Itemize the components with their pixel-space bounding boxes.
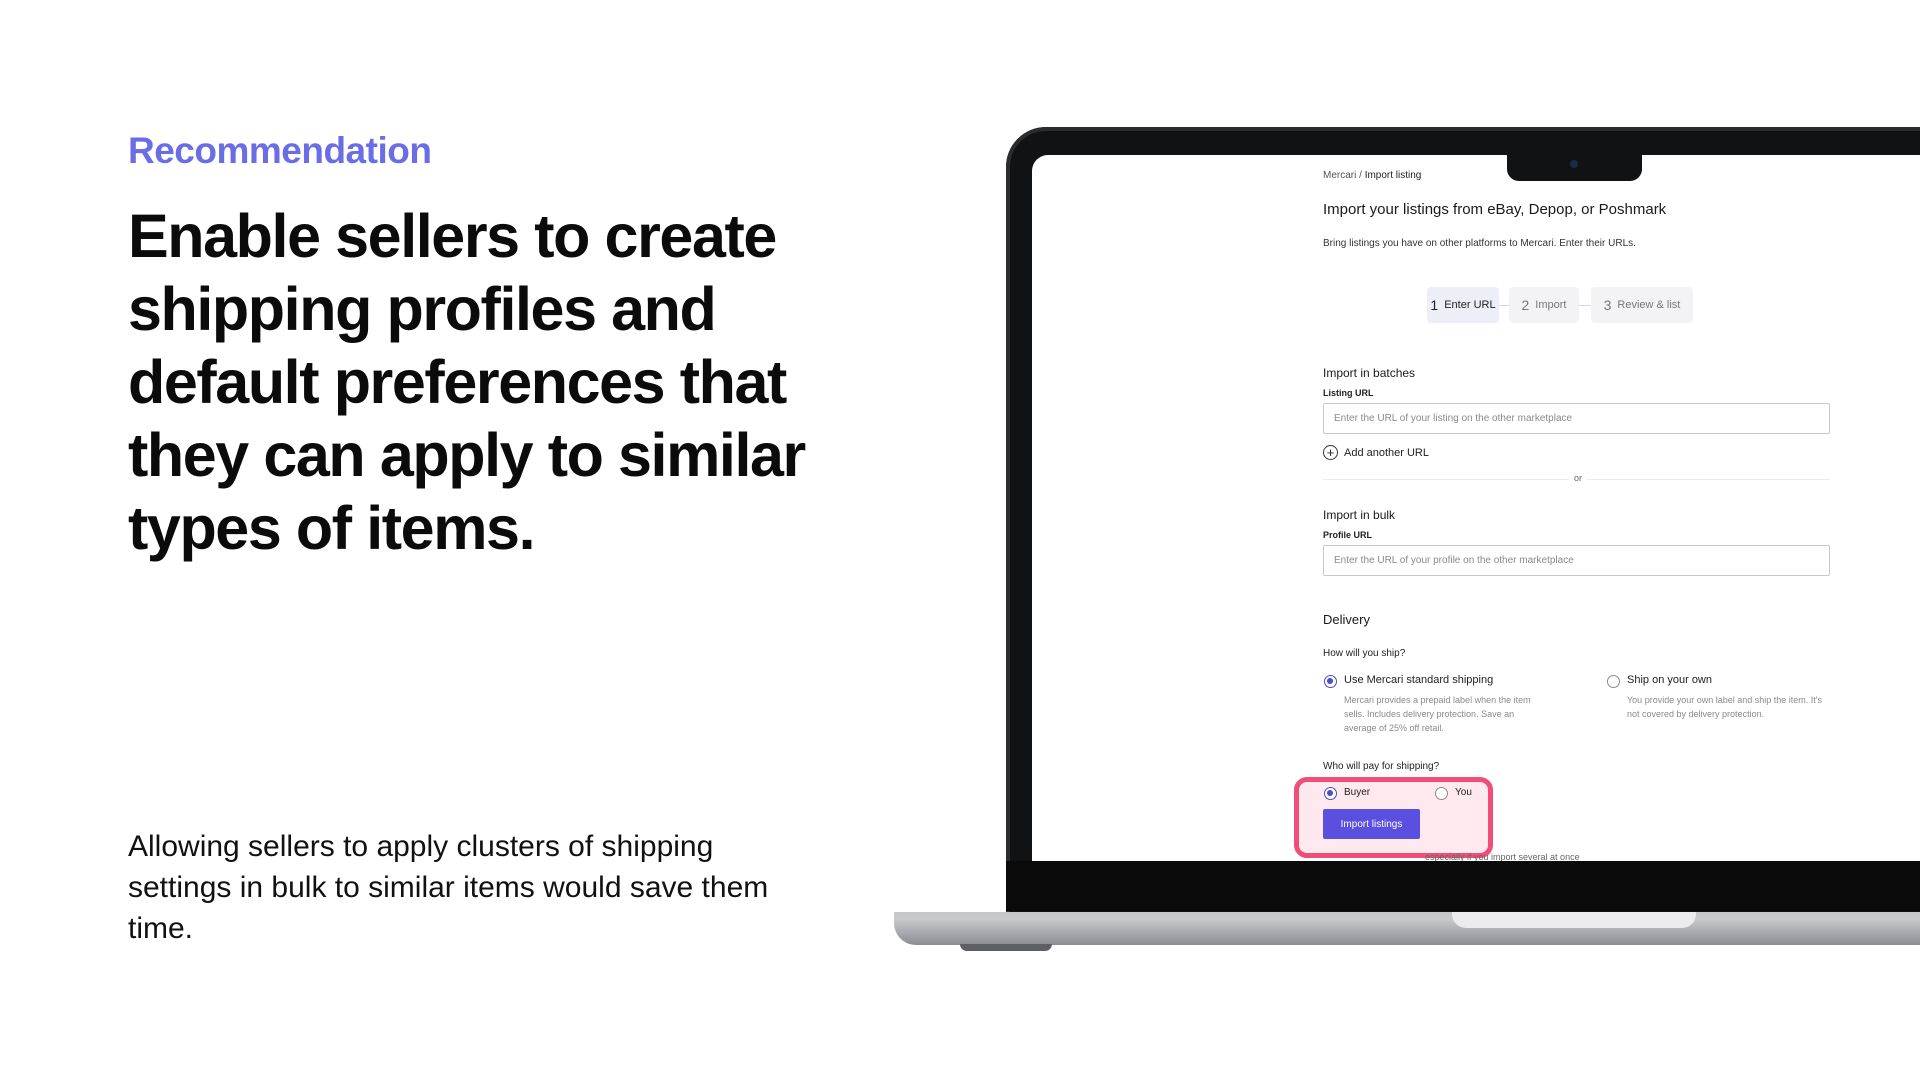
laptop-screen: Mercari / Import listing Import your lis…: [1032, 155, 1920, 861]
step-enter-url[interactable]: 1 Enter URL: [1427, 287, 1499, 323]
ship-own-radio[interactable]: [1607, 675, 1620, 688]
step-label: Enter URL: [1444, 299, 1496, 311]
breadcrumb-current: Import listing: [1364, 170, 1422, 181]
mercari-shipping-radio[interactable]: [1324, 675, 1337, 688]
ship-own-description: You provide your own label and ship the …: [1627, 695, 1823, 719]
step-review-and-list[interactable]: 3 Review & list: [1591, 287, 1693, 323]
or-label: or: [1569, 473, 1588, 483]
breadcrumb-root-link[interactable]: Mercari /: [1323, 170, 1362, 181]
step-import[interactable]: 2 Import: [1509, 287, 1579, 323]
screen-bottom-bezel: [1006, 861, 1920, 911]
ship-own-label: Ship on your own: [1627, 674, 1712, 686]
payer-question: Who will pay for shipping?: [1323, 761, 1440, 772]
you-pay-radio[interactable]: [1435, 787, 1448, 800]
mercari-shipping-description: Mercari provides a prepaid label when th…: [1344, 695, 1531, 733]
ship-question: How will you ship?: [1323, 648, 1406, 659]
slide-headline: Enable sellers to create shipping profil…: [128, 202, 806, 562]
laptop-foot: [960, 944, 1052, 951]
step-number: 2: [1521, 297, 1530, 313]
breadcrumb: Mercari / Import listing: [1323, 170, 1421, 181]
page-title: Import your listings from eBay, Depop, o…: [1323, 201, 1667, 218]
batches-title: Import in batches: [1323, 366, 1416, 380]
laptop-base-lip: [894, 912, 1920, 918]
listing-url-label: Listing URL: [1323, 388, 1374, 398]
buyer-pays-radio[interactable]: [1324, 787, 1337, 800]
footnote-text: especially if you import several at once: [1425, 852, 1580, 861]
delivery-title: Delivery: [1323, 612, 1370, 627]
plus-circle-icon: +: [1323, 445, 1338, 460]
mercari-shipping-label: Use Mercari standard shipping: [1344, 674, 1494, 686]
import-listings-button[interactable]: Import listings: [1323, 809, 1420, 839]
profile-url-label: Profile URL: [1323, 530, 1373, 540]
buyer-pays-label: Buyer: [1344, 787, 1371, 798]
step-connector: [1499, 305, 1509, 306]
camera-icon: [1570, 160, 1578, 168]
step-label: Review & list: [1617, 299, 1681, 311]
step-label: Import: [1535, 299, 1567, 311]
step-connector: [1579, 305, 1591, 306]
add-url-label: Add another URL: [1344, 446, 1429, 459]
page-subtitle: Bring listings you have on other platfor…: [1323, 238, 1636, 249]
profile-url-input[interactable]: [1323, 545, 1830, 576]
bulk-title: Import in bulk: [1323, 508, 1396, 522]
section-eyebrow: Recommendation: [128, 130, 432, 171]
you-pay-label: You: [1455, 787, 1472, 798]
add-another-url-button[interactable]: + Add another URL: [1323, 445, 1429, 460]
step-number: 3: [1603, 297, 1612, 313]
step-number: 1: [1430, 297, 1439, 313]
laptop-thumb-notch: [1452, 912, 1696, 928]
screen-notch: [1507, 155, 1642, 181]
slide-body-text: Allowing sellers to apply clusters of sh…: [128, 830, 769, 945]
listing-url-input[interactable]: [1323, 403, 1830, 434]
